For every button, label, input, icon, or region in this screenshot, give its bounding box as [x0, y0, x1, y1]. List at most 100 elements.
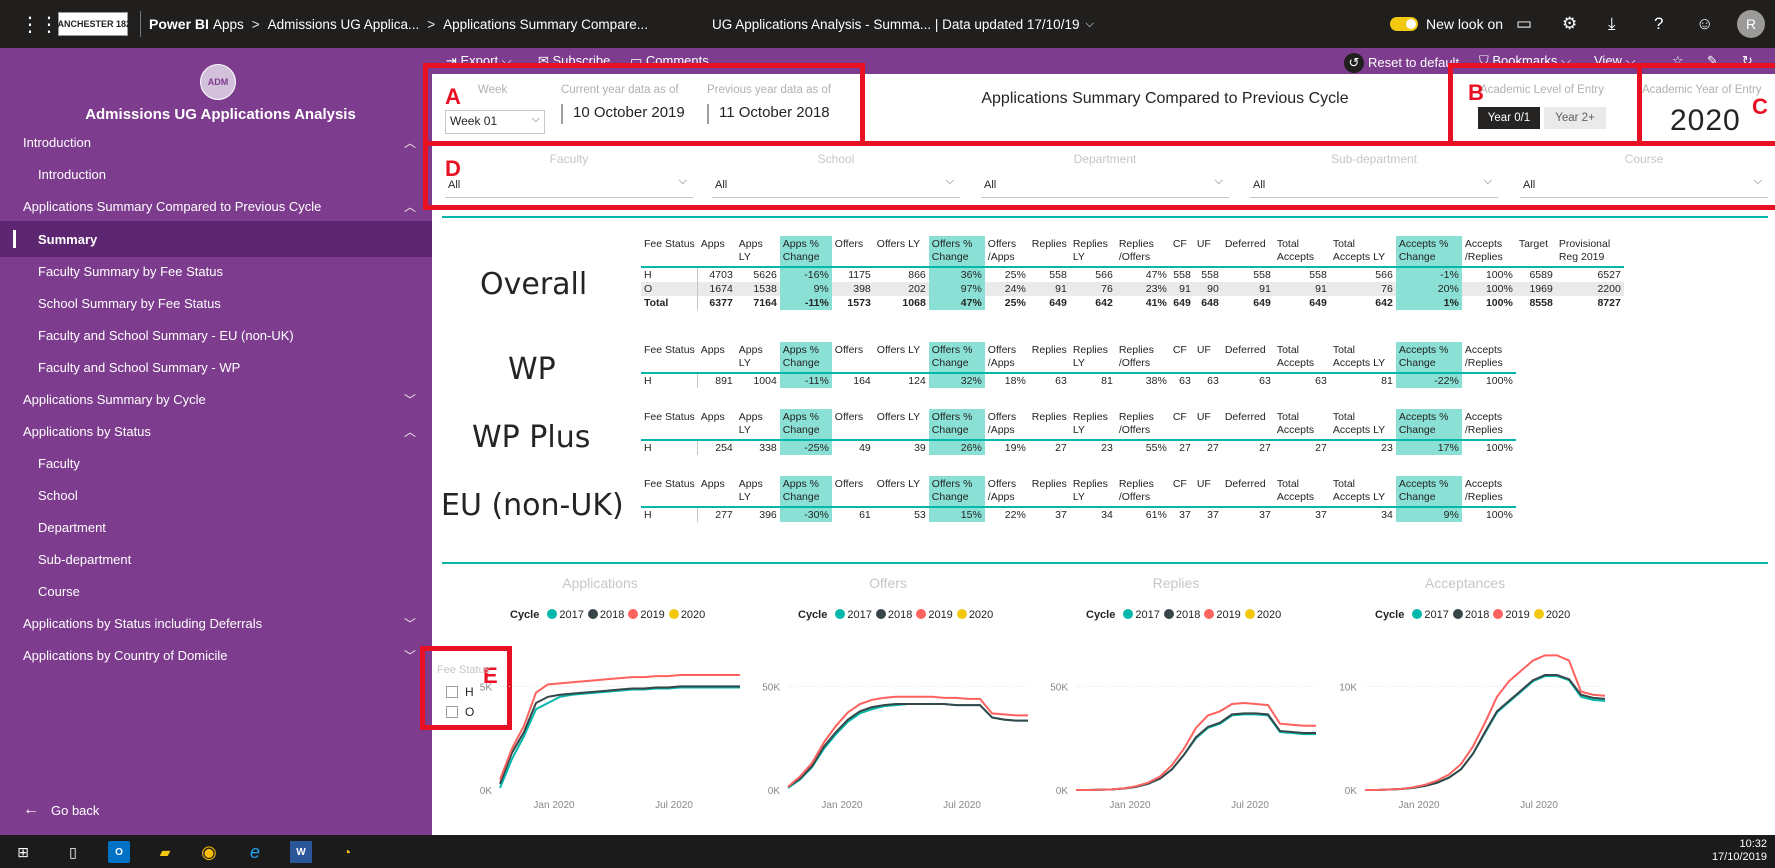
sidebar-item[interactable]: Summary [0, 221, 432, 257]
column-header[interactable]: Total Accepts LY [1329, 236, 1396, 268]
column-header[interactable]: UF [1193, 476, 1222, 508]
column-header[interactable]: Accepts % Change [1395, 409, 1462, 441]
sidebar-item[interactable]: School [0, 477, 432, 513]
legend-item[interactable]: 2018 [1176, 609, 1200, 621]
file-explorer-icon[interactable]: ▰ [154, 841, 176, 863]
refresh-icon[interactable]: ↻ [1742, 53, 1753, 69]
column-header[interactable]: Offers LY [873, 342, 929, 374]
series-line-2017[interactable] [1076, 713, 1316, 791]
windows-start-icon[interactable]: ⊞ [12, 841, 34, 863]
legend-item[interactable]: 2020 [969, 609, 993, 621]
column-header[interactable]: Replies /Offers [1115, 236, 1170, 268]
sidebar-item[interactable]: Applications Summary by Cycle ﹀ [0, 381, 432, 417]
series-line-2018[interactable] [499, 685, 740, 785]
column-header[interactable]: UF [1193, 342, 1222, 374]
comment-icon[interactable]: ▭ [1516, 0, 1532, 48]
column-header[interactable]: Offers % Change [928, 236, 985, 268]
legend-item[interactable]: 2018 [600, 609, 624, 621]
sidebar-item[interactable]: Faculty and School Summary - WP [0, 349, 432, 385]
report-title-dropdown[interactable]: UG Applications Analysis - Summa... | Da… [712, 0, 1094, 48]
column-header[interactable]: Deferred [1221, 409, 1274, 441]
series-line-2019[interactable] [1365, 654, 1606, 791]
export-button[interactable]: ⇥ Export ⌵ [446, 53, 512, 69]
app-icon[interactable]: ◔ [336, 841, 358, 863]
legend-item[interactable]: 2020 [1546, 609, 1570, 621]
series-line-2018[interactable] [787, 703, 1028, 788]
column-header[interactable]: CF [1169, 476, 1194, 508]
filter-dropdown[interactable]: All ⌵ [712, 172, 960, 198]
column-header[interactable]: Fee Status [641, 476, 698, 508]
column-header[interactable]: Apps % Change [779, 236, 832, 268]
sidebar-item[interactable]: Introduction ︿ [0, 124, 432, 160]
series-line-2019[interactable] [1076, 701, 1316, 791]
task-view-icon[interactable]: ▯ [62, 841, 84, 863]
chart-acceptances[interactable]: Acceptances Cycle 2017 2018 2019 2020 0K 10K Jan… [1305, 575, 1625, 815]
series-line-2018[interactable] [1365, 674, 1606, 791]
breadcrumb-apps[interactable]: Apps [213, 17, 244, 32]
column-header[interactable]: Fee Status [641, 342, 698, 374]
column-header[interactable]: Total Accepts [1273, 409, 1330, 441]
legend-item[interactable]: 2017 [559, 609, 583, 621]
column-header[interactable]: Accepts /Replies [1461, 409, 1516, 441]
chart-offers[interactable]: Offers Cycle 2017 2018 2019 2020 0K 50K Jan 2020… [728, 575, 1048, 815]
column-header[interactable]: Deferred [1221, 236, 1274, 268]
chevron-up-icon[interactable]: ︿ [404, 423, 416, 440]
column-header[interactable]: Apps [697, 476, 736, 508]
chrome-icon[interactable]: ◉ [198, 841, 220, 863]
column-header[interactable]: Total Accepts LY [1329, 409, 1396, 441]
column-header[interactable]: CF [1169, 236, 1194, 268]
column-header[interactable]: Offers /Apps [984, 236, 1029, 268]
column-header[interactable]: Apps [697, 342, 736, 374]
legend-item[interactable]: 2018 [1465, 609, 1489, 621]
series-line-2019[interactable] [787, 695, 1028, 788]
column-header[interactable]: Offers [831, 342, 874, 374]
chevron-up-icon[interactable]: ︿ [404, 198, 416, 215]
legend-item[interactable]: 2019 [640, 609, 664, 621]
new-look-toggle[interactable]: New look on [1390, 0, 1503, 48]
chart-replies[interactable]: Replies Cycle 2017 2018 2019 2020 0K 50K Jan 202… [1016, 575, 1336, 815]
word-icon[interactable]: W [290, 841, 312, 863]
go-back-button[interactable]: ← Go back [23, 801, 99, 819]
column-header[interactable]: Accepts /Replies [1461, 236, 1516, 268]
filter-dropdown[interactable]: All ⌵ [981, 172, 1229, 198]
sidebar-item[interactable]: Applications by Status including Deferra… [0, 605, 432, 641]
clock[interactable]: 10:32 17/10/2019 [1712, 838, 1767, 864]
legend-item[interactable]: 2020 [1257, 609, 1281, 621]
column-header[interactable]: Replies /Offers [1115, 476, 1170, 508]
sidebar-item[interactable]: Faculty and School Summary - EU (non-UK) [0, 317, 432, 353]
column-header[interactable]: Apps LY [735, 409, 780, 441]
sidebar-item[interactable]: Faculty Summary by Fee Status [0, 253, 432, 289]
chevron-down-icon[interactable]: ﹀ [404, 647, 416, 664]
column-header[interactable]: Replies [1028, 476, 1070, 508]
column-header[interactable]: Replies [1028, 409, 1070, 441]
series-line-2018[interactable] [1076, 712, 1316, 791]
column-header[interactable]: Replies LY [1069, 409, 1116, 441]
chevron-down-icon[interactable]: ﹀ [404, 391, 416, 408]
level-option-year2[interactable]: Year 2+ [1544, 107, 1606, 129]
app-name[interactable]: Power BI [140, 11, 209, 37]
column-header[interactable]: Replies [1028, 236, 1070, 268]
legend-item[interactable]: 2019 [1216, 609, 1240, 621]
column-header[interactable]: Replies LY [1069, 236, 1116, 268]
sidebar-item[interactable]: Sub-department [0, 541, 432, 577]
sidebar-item[interactable]: Applications Summary Compared to Previou… [0, 188, 432, 224]
column-header[interactable]: Accepts /Replies [1461, 342, 1516, 374]
column-header[interactable]: Apps LY [735, 236, 780, 268]
column-header[interactable]: Fee Status [641, 236, 698, 268]
smiley-icon[interactable]: ☺ [1696, 0, 1713, 48]
column-header[interactable]: Offers [831, 236, 874, 268]
outlook-icon[interactable]: O [108, 841, 130, 863]
column-header[interactable]: Accepts % Change [1395, 476, 1462, 508]
sidebar-item[interactable]: Course [0, 573, 432, 609]
chevron-down-icon[interactable]: ﹀ [404, 615, 416, 632]
column-header[interactable]: Replies /Offers [1115, 342, 1170, 374]
column-header[interactable]: Total Accepts [1273, 476, 1330, 508]
column-header[interactable]: Deferred [1221, 342, 1274, 374]
column-header[interactable]: Apps LY [735, 476, 780, 508]
column-header[interactable]: Apps LY [735, 342, 780, 374]
sidebar-item[interactable]: School Summary by Fee Status [0, 285, 432, 321]
column-header[interactable]: Total Accepts LY [1329, 342, 1396, 374]
column-header[interactable]: Offers [831, 476, 874, 508]
sidebar-item[interactable]: Applications by Status ︿ [0, 413, 432, 449]
internet-explorer-icon[interactable]: e [244, 841, 266, 863]
